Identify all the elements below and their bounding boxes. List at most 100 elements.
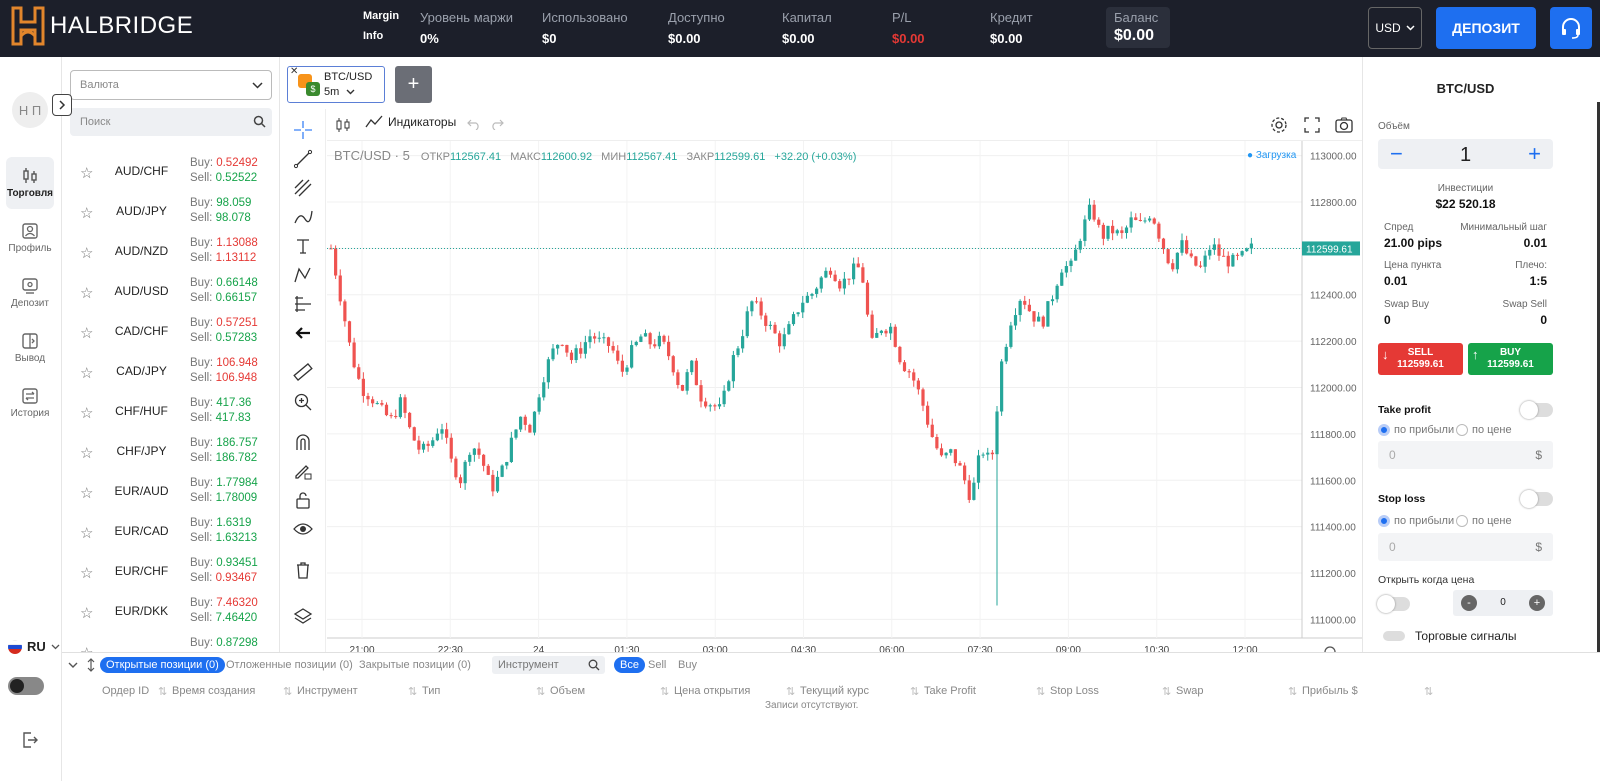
take-profit-input[interactable]: 0 $: [1378, 441, 1553, 469]
brand-logo[interactable]: HALBRIDGE: [10, 6, 193, 46]
price-chart[interactable]: 113000.00112800.00112600.00112400.001122…: [327, 141, 1362, 652]
sort-icon[interactable]: ⇅: [408, 685, 417, 698]
sort-icon[interactable]: ⇅: [660, 685, 669, 698]
instrument-row[interactable]: ☆ EUR/CAD Buy: 1.6319 Sell: 1.63213: [62, 512, 279, 552]
delete-tool[interactable]: [292, 559, 314, 581]
prediction-tool[interactable]: [292, 293, 314, 315]
logout-icon[interactable]: [22, 732, 38, 748]
chart-tab-btcusd[interactable]: ✕ $ BTC/USD 5m: [287, 66, 385, 103]
filter-buy[interactable]: Buy: [678, 659, 697, 671]
settings-gear-icon[interactable]: [1270, 116, 1288, 134]
tp-by-profit-radio[interactable]: по прибыли: [1378, 424, 1454, 436]
lock-draw-tool[interactable]: [292, 460, 314, 482]
nav-item-withdraw[interactable]: Вывод: [6, 322, 54, 374]
star-icon[interactable]: ☆: [80, 244, 93, 262]
instrument-row[interactable]: ☆ AUD/JPY Buy: 98.059 Sell: 98.078: [62, 192, 279, 232]
volume-stepper[interactable]: − 1 +: [1378, 139, 1553, 169]
star-icon[interactable]: ☆: [80, 484, 93, 502]
instrument-row[interactable]: ☆ CHF/JPY Buy: 186.757 Sell: 186.782: [62, 432, 279, 472]
tp-by-price-radio[interactable]: по цене: [1456, 424, 1512, 436]
back-tool[interactable]: [292, 322, 314, 344]
layers-tool[interactable]: [292, 606, 314, 628]
sort-icon[interactable]: ⇅: [786, 685, 795, 698]
nav-item-trade[interactable]: Торговля: [6, 157, 54, 209]
currency-select[interactable]: USD: [1368, 7, 1422, 49]
theme-toggle[interactable]: [8, 677, 44, 695]
sort-icon[interactable]: ⇅: [910, 685, 919, 698]
ruler-tool[interactable]: [292, 361, 314, 383]
sort-icon[interactable]: ⇅: [1424, 685, 1433, 698]
star-icon[interactable]: ☆: [80, 524, 93, 542]
star-icon[interactable]: ☆: [80, 164, 93, 182]
fib-tool[interactable]: [292, 177, 314, 199]
tab-open-positions[interactable]: Открытые позиции (0): [100, 657, 225, 673]
stop-loss-toggle[interactable]: [1520, 490, 1553, 508]
instrument-search-input[interactable]: Поиск: [70, 108, 272, 136]
sl-by-profit-radio[interactable]: по прибыли: [1378, 515, 1454, 527]
instrument-row[interactable]: ☆ Buy: 0.87298Sell:: [62, 632, 279, 652]
filter-sell[interactable]: Sell: [648, 659, 666, 671]
instrument-row[interactable]: ☆ EUR/AUD Buy: 1.77984 Sell: 1.78009: [62, 472, 279, 512]
open-when-stepper[interactable]: - 0 +: [1453, 590, 1553, 616]
instrument-row[interactable]: ☆ AUD/NZD Buy: 1.13088 Sell: 1.13112: [62, 232, 279, 272]
fullscreen-icon[interactable]: [1304, 117, 1320, 133]
text-tool[interactable]: [292, 235, 314, 257]
star-icon[interactable]: ☆: [80, 404, 93, 422]
magnet-tool[interactable]: [292, 431, 314, 453]
trading-signals-row[interactable]: Торговые сигналы: [1383, 629, 1517, 643]
brush-tool[interactable]: [292, 206, 314, 228]
candle-type-icon[interactable]: [335, 117, 351, 133]
instrument-row[interactable]: ☆ CAD/JPY Buy: 106.948 Sell: 106.948: [62, 352, 279, 392]
column-header[interactable]: Stop Loss: [1050, 685, 1099, 697]
stop-loss-input[interactable]: 0 $: [1378, 533, 1553, 561]
column-header[interactable]: Take Profit: [924, 685, 976, 697]
volume-increase-button[interactable]: +: [1528, 141, 1541, 167]
star-icon[interactable]: ☆: [80, 644, 93, 652]
sort-icon[interactable]: ⇅: [158, 685, 167, 698]
zoom-tool[interactable]: [292, 391, 314, 413]
instrument-row[interactable]: ☆ EUR/CHF Buy: 0.93451 Sell: 0.93467: [62, 552, 279, 592]
column-header[interactable]: Тип: [422, 685, 440, 697]
column-header[interactable]: Прибыль $: [1302, 685, 1358, 697]
tab-pending-positions[interactable]: Отложенные позиции (0): [226, 659, 353, 671]
trend-line-tool[interactable]: [292, 148, 314, 170]
candlestick-chart[interactable]: 113000.00112800.00112600.00112400.001122…: [327, 141, 1362, 652]
star-icon[interactable]: ☆: [80, 444, 93, 462]
sort-icon[interactable]: ⇅: [1036, 685, 1045, 698]
sell-button[interactable]: ↓ SELL 112599.61: [1378, 343, 1463, 375]
visibility-tool[interactable]: [292, 518, 314, 540]
collapse-panel-button[interactable]: [52, 94, 72, 116]
lock-tool[interactable]: [292, 489, 314, 511]
nav-item-profile[interactable]: Профиль: [6, 212, 54, 264]
nav-item-history[interactable]: История: [6, 377, 54, 429]
tab-closed-positions[interactable]: Закрытые позиции (0): [359, 659, 471, 671]
column-header[interactable]: Swap: [1176, 685, 1204, 697]
star-icon[interactable]: ☆: [80, 284, 93, 302]
open-when-toggle[interactable]: [1377, 595, 1410, 613]
language-select[interactable]: RU: [8, 639, 60, 654]
undo-icon[interactable]: [467, 118, 481, 130]
sort-icon[interactable]: ⇅: [283, 685, 292, 698]
star-icon[interactable]: ☆: [80, 604, 93, 622]
sort-icon[interactable]: ⇅: [1288, 685, 1297, 698]
sort-icon[interactable]: ⇅: [536, 685, 545, 698]
instrument-row[interactable]: ☆ CHF/HUF Buy: 417.36 Sell: 417.83: [62, 392, 279, 432]
resize-vertical-icon[interactable]: [87, 658, 95, 672]
instrument-filter-input[interactable]: Инструмент: [492, 656, 605, 674]
take-profit-toggle[interactable]: [1520, 401, 1553, 419]
crosshair-tool[interactable]: [292, 119, 314, 141]
star-icon[interactable]: ☆: [80, 564, 93, 582]
star-icon[interactable]: ☆: [80, 364, 93, 382]
add-chart-button[interactable]: +: [395, 66, 432, 103]
pattern-tool[interactable]: [292, 264, 314, 286]
instrument-row[interactable]: ☆ EUR/DKK Buy: 7.46320 Sell: 7.46420: [62, 592, 279, 632]
column-header[interactable]: Время создания: [172, 685, 255, 697]
sort-icon[interactable]: ⇅: [1162, 685, 1171, 698]
chevron-down-icon[interactable]: [68, 662, 78, 669]
buy-button[interactable]: ↑ BUY 112599.61: [1468, 343, 1553, 375]
instrument-row[interactable]: ☆ CAD/CHF Buy: 0.57251 Sell: 0.57283: [62, 312, 279, 352]
instrument-row[interactable]: ☆ AUD/CHF Buy: 0.52492 Sell: 0.52522: [62, 152, 279, 192]
column-header[interactable]: Инструмент: [297, 685, 358, 697]
redo-icon[interactable]: [490, 118, 504, 130]
deposit-button[interactable]: ДЕПОЗИТ: [1436, 7, 1536, 49]
